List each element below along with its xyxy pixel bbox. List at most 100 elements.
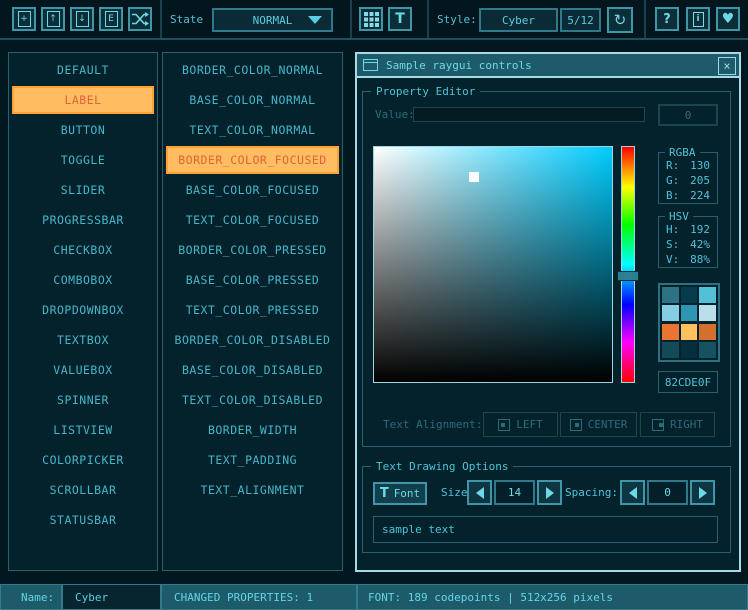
list-item[interactable]: TEXT_ALIGNMENT xyxy=(163,475,342,505)
list-item[interactable]: BASE_COLOR_PRESSED xyxy=(163,265,342,295)
sample-text-input[interactable]: sample text xyxy=(373,516,718,543)
randomize-style-button[interactable] xyxy=(128,7,152,31)
color-swatch[interactable] xyxy=(662,324,679,340)
statusbar-font-info: FONT: 189 codepoints | 512x256 pixels xyxy=(357,584,748,610)
list-item[interactable]: DROPDOWNBOX xyxy=(9,295,157,325)
list-item[interactable]: TEXTBOX xyxy=(9,325,157,355)
list-item[interactable]: PROGRESSBAR xyxy=(9,205,157,235)
rgba-group: RGBA R: 130 G: 205 B: 224 xyxy=(658,152,718,204)
color-picker-panel[interactable] xyxy=(373,146,613,383)
save-file-button[interactable]: ↓ xyxy=(70,7,94,31)
hue-bar[interactable] xyxy=(621,146,635,383)
rgba-row-g: G: 205 xyxy=(659,173,717,188)
font-button[interactable]: T Font xyxy=(373,482,427,505)
hex-value-box[interactable]: 82CDE0F xyxy=(658,371,718,393)
new-file-button[interactable]: + xyxy=(12,7,36,31)
list-item-selected[interactable]: LABEL xyxy=(12,86,154,114)
list-item[interactable]: TEXT_COLOR_PRESSED xyxy=(163,295,342,325)
statusbar-changed-properties: CHANGED PROPERTIES: 1 xyxy=(161,584,357,610)
list-item[interactable]: LISTVIEW xyxy=(9,415,157,445)
spacing-increment-button[interactable] xyxy=(690,480,715,505)
list-item[interactable]: TOGGLE xyxy=(9,145,157,175)
color-swatch[interactable] xyxy=(681,342,698,358)
close-button[interactable]: × xyxy=(718,57,736,75)
color-swatch[interactable] xyxy=(681,305,698,321)
properties-list: BORDER_COLOR_NORMAL BASE_COLOR_NORMAL TE… xyxy=(162,52,343,571)
list-item[interactable]: COMBOBOX xyxy=(9,265,157,295)
size-increment-button[interactable] xyxy=(537,480,562,505)
size-decrement-button[interactable] xyxy=(467,480,492,505)
align-right-button[interactable]: RIGHT xyxy=(640,412,715,437)
list-item[interactable]: TEXT_COLOR_NORMAL xyxy=(163,115,342,145)
spacing-decrement-button[interactable] xyxy=(620,480,645,505)
sponsor-button[interactable]: ♥ xyxy=(716,7,740,31)
font-preview-button[interactable]: T xyxy=(388,7,412,31)
list-item[interactable]: DEFAULT xyxy=(9,55,157,85)
color-swatch[interactable] xyxy=(699,287,716,303)
value-box[interactable]: 0 xyxy=(658,104,718,126)
color-picker-cursor[interactable] xyxy=(469,172,479,182)
state-dropdown[interactable]: NORMAL xyxy=(212,8,333,32)
list-item[interactable]: VALUEBOX xyxy=(9,355,157,385)
export-file-button[interactable]: E xyxy=(99,7,123,31)
color-swatch[interactable] xyxy=(662,342,679,358)
toolbar-separator xyxy=(160,0,162,38)
list-item[interactable]: TEXT_COLOR_DISABLED xyxy=(163,385,342,415)
list-item[interactable]: BORDER_COLOR_DISABLED xyxy=(163,325,342,355)
align-center-button[interactable]: CENTER xyxy=(560,412,637,437)
reload-style-button[interactable]: ↻ xyxy=(607,7,633,33)
size-value-box[interactable]: 14 xyxy=(494,480,535,505)
hue-bar-handle[interactable] xyxy=(617,271,639,281)
list-item[interactable]: COLORPICKER xyxy=(9,445,157,475)
color-swatch[interactable] xyxy=(699,342,716,358)
align-center-text: CENTER xyxy=(588,418,628,431)
list-item[interactable]: BASE_COLOR_FOCUSED xyxy=(163,175,342,205)
list-item[interactable]: BORDER_COLOR_PRESSED xyxy=(163,235,342,265)
list-item[interactable]: STATUSBAR xyxy=(9,505,157,535)
color-swatch[interactable] xyxy=(681,287,698,303)
spacing-value-box[interactable]: 0 xyxy=(647,480,688,505)
hsv-row-s: S: 42% xyxy=(659,237,717,252)
hsv-row-v: V: 88% xyxy=(659,252,717,267)
align-left-text: LEFT xyxy=(516,418,543,431)
h-label: H: xyxy=(666,223,679,236)
list-item[interactable]: TEXT_COLOR_FOCUSED xyxy=(163,205,342,235)
r-label: R: xyxy=(666,159,679,172)
new-file-icon: + xyxy=(18,11,31,27)
value-slider[interactable] xyxy=(413,107,645,122)
list-item[interactable]: BORDER_WIDTH xyxy=(163,415,342,445)
list-item[interactable]: BORDER_COLOR_NORMAL xyxy=(163,55,342,85)
list-item[interactable]: CHECKBOX xyxy=(9,235,157,265)
list-item[interactable]: BASE_COLOR_NORMAL xyxy=(163,85,342,115)
align-left-button[interactable]: LEFT xyxy=(483,412,558,437)
color-swatch[interactable] xyxy=(662,305,679,321)
list-item[interactable]: TEXT_PADDING xyxy=(163,445,342,475)
arrow-left-icon xyxy=(476,487,484,499)
help-icon: ? xyxy=(663,12,671,27)
about-button[interactable]: i xyxy=(686,7,710,31)
r-value: 130 xyxy=(690,159,710,172)
reload-icon: ↻ xyxy=(614,11,627,29)
style-name-input[interactable]: Cyber xyxy=(62,584,161,610)
color-swatch[interactable] xyxy=(699,324,716,340)
rgba-row-r: R: 130 xyxy=(659,158,717,173)
text-alignment-label: Text Alignment: xyxy=(383,412,482,437)
list-item[interactable]: SPINNER xyxy=(9,385,157,415)
list-item-selected[interactable]: BORDER_COLOR_FOCUSED xyxy=(166,146,339,174)
color-swatch[interactable] xyxy=(662,287,679,303)
window-title-bar[interactable]: Sample raygui controls × xyxy=(357,54,739,78)
open-file-button[interactable]: ↑ xyxy=(41,7,65,31)
info-icon: i xyxy=(693,12,704,27)
color-swatch[interactable] xyxy=(699,305,716,321)
list-item[interactable]: SLIDER xyxy=(9,175,157,205)
list-item[interactable]: SCROLLBAR xyxy=(9,475,157,505)
list-item[interactable]: BUTTON xyxy=(9,115,157,145)
help-button[interactable]: ? xyxy=(655,7,679,31)
color-swatch[interactable] xyxy=(681,324,698,340)
list-item[interactable]: BASE_COLOR_DISABLED xyxy=(163,355,342,385)
style-table-button[interactable] xyxy=(359,7,383,31)
sample-controls-window: Sample raygui controls × Property Editor… xyxy=(355,52,741,572)
size-value-text: 14 xyxy=(508,486,521,499)
style-name-selector[interactable]: Cyber xyxy=(479,8,558,32)
changed-properties-text: CHANGED PROPERTIES: 1 xyxy=(174,591,313,604)
